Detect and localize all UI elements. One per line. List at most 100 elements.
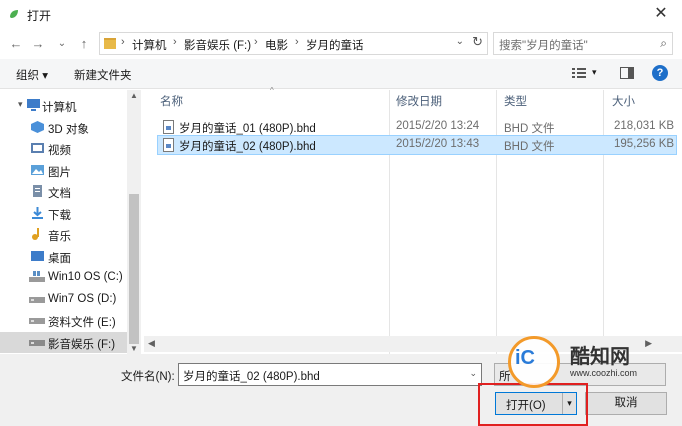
breadcrumb-computer[interactable]: 计算机 bbox=[132, 37, 167, 53]
navigation-bar: ← → ⌄ ↑ › 计算机 › 影音娱乐 (F:) › 电影 › 岁月的童话 ⌄… bbox=[0, 29, 682, 59]
refresh-icon[interactable]: ↻ bbox=[472, 34, 483, 50]
file-size: 195,256 KB bbox=[614, 138, 675, 150]
search-box[interactable]: 搜索"岁月的童话" ⌕ bbox=[493, 32, 673, 55]
sidebar-item-videos[interactable]: 视频 bbox=[0, 138, 127, 159]
expand-icon[interactable]: ▾ bbox=[18, 99, 23, 110]
documents-icon bbox=[33, 185, 42, 197]
sidebar-item-drive-f[interactable]: 影音娱乐 (F:) bbox=[0, 332, 127, 353]
pictures-icon bbox=[31, 165, 44, 175]
column-header-size[interactable]: 大小 bbox=[612, 93, 635, 109]
help-icon[interactable]: ? bbox=[652, 65, 668, 81]
sidebar-item-label: 音乐 bbox=[48, 231, 71, 243]
watermark-logo-text: iC bbox=[515, 347, 535, 369]
breadcrumb-separator: › bbox=[254, 36, 258, 48]
sidebar-item-label: 资料文件 (E:) bbox=[48, 317, 116, 329]
sidebar-item-label: 视频 bbox=[48, 145, 71, 157]
downloads-icon bbox=[32, 207, 43, 219]
breadcrumb-separator: › bbox=[121, 36, 125, 48]
up-arrow-icon[interactable]: ↑ bbox=[74, 34, 94, 54]
address-dropdown-icon[interactable]: ⌄ bbox=[456, 36, 464, 47]
breadcrumb-drive-f[interactable]: 影音娱乐 (F:) bbox=[184, 37, 251, 53]
sidebar-item-documents[interactable]: 文档 bbox=[0, 181, 127, 202]
window-title: 打开 bbox=[27, 9, 52, 23]
file-list: ^ 名称 修改日期 类型 大小 岁月的童话_01 (480P).bhd 2015… bbox=[144, 86, 682, 420]
sidebar-item-drive-c[interactable]: Win10 OS (C:) bbox=[0, 267, 127, 288]
scroll-up-icon[interactable]: ▲ bbox=[130, 91, 138, 100]
title-bar: 打开 ✕ bbox=[0, 0, 682, 29]
filename-dropdown-icon[interactable]: ⌄ bbox=[469, 368, 477, 379]
new-folder-button[interactable]: 新建文件夹 bbox=[74, 67, 132, 83]
sidebar-item-label: 影音娱乐 (F:) bbox=[48, 339, 116, 351]
sidebar-item-label: 计算机 bbox=[42, 102, 77, 114]
sidebar-item-downloads[interactable]: 下载 bbox=[0, 203, 127, 224]
sidebar-item-pictures[interactable]: 图片 bbox=[0, 160, 127, 181]
recent-locations-icon[interactable]: ⌄ bbox=[52, 34, 72, 54]
scrollbar-thumb[interactable] bbox=[129, 194, 139, 344]
sidebar-item-label: Win10 OS (C:) bbox=[48, 271, 123, 283]
preview-pane-icon[interactable] bbox=[620, 67, 634, 79]
column-header-modified[interactable]: 修改日期 bbox=[396, 93, 442, 109]
sidebar-item-desktop[interactable]: 桌面 bbox=[0, 246, 127, 267]
sort-ascending-icon: ^ bbox=[270, 86, 274, 95]
windows-drive-icon bbox=[29, 271, 45, 282]
organize-button[interactable]: 组织 ▾ bbox=[16, 67, 48, 83]
column-header-name[interactable]: 名称 bbox=[160, 93, 183, 109]
folder-icon bbox=[104, 38, 116, 49]
file-name: 岁月的童话_02 (480P).bhd bbox=[179, 141, 316, 153]
breadcrumb-separator: › bbox=[173, 36, 177, 48]
view-options-icon[interactable] bbox=[572, 67, 586, 79]
music-icon bbox=[32, 228, 39, 240]
filename-value: 岁月的童话_02 (480P).bhd bbox=[183, 371, 320, 383]
scroll-left-icon[interactable]: ◀ bbox=[148, 338, 155, 349]
sidebar-item-label: 图片 bbox=[48, 167, 71, 179]
sidebar-item-label: 3D 对象 bbox=[48, 124, 89, 136]
back-arrow-icon[interactable]: ← bbox=[6, 34, 26, 54]
breadcrumb-separator: › bbox=[295, 36, 299, 48]
sidebar-item-drive-d[interactable]: Win7 OS (D:) bbox=[0, 289, 127, 310]
filename-label: 文件名(N): bbox=[121, 371, 175, 383]
file-row-selected[interactable]: 岁月的童话_02 (480P).bhd 2015/2/20 13:43 BHD … bbox=[157, 135, 677, 155]
sidebar-item-music[interactable]: 音乐 bbox=[0, 224, 127, 245]
sidebar-scrollbar[interactable]: ▲ ▼ bbox=[127, 90, 141, 354]
file-type: BHD 文件 bbox=[504, 123, 555, 135]
breadcrumb-movies[interactable]: 电影 bbox=[265, 37, 288, 53]
sidebar-item-drive-e[interactable]: 资料文件 (E:) bbox=[0, 310, 127, 331]
search-placeholder: 搜索"岁月的童话" bbox=[499, 40, 588, 52]
3d-objects-icon bbox=[31, 121, 44, 133]
navigation-pane: ▾ 计算机 3D 对象 视频 图片 文档 下载 音乐 桌面 Win10 OS (… bbox=[0, 90, 142, 354]
search-icon[interactable]: ⌕ bbox=[660, 36, 667, 51]
toolbar: 组织 ▾ 新建文件夹 ▾ ? bbox=[0, 59, 682, 89]
sidebar-item-3d-objects[interactable]: 3D 对象 bbox=[0, 117, 127, 138]
file-icon bbox=[163, 138, 174, 152]
view-dropdown-icon[interactable]: ▾ bbox=[592, 67, 597, 78]
drive-icon bbox=[29, 297, 45, 303]
watermark-url: www.coozhi.com bbox=[570, 368, 638, 378]
sidebar-item-label: Win7 OS (D:) bbox=[48, 293, 117, 305]
watermark: iC 酷知网 www.coozhi.com bbox=[500, 332, 650, 396]
breadcrumb-current-folder[interactable]: 岁月的童话 bbox=[306, 37, 364, 53]
column-header-type[interactable]: 类型 bbox=[504, 93, 527, 109]
file-size: 218,031 KB bbox=[614, 120, 675, 132]
videos-icon bbox=[31, 143, 44, 153]
file-name: 岁月的童话_01 (480P).bhd bbox=[179, 123, 316, 135]
sidebar-item-label: 桌面 bbox=[48, 253, 71, 265]
close-icon[interactable]: ✕ bbox=[640, 0, 682, 29]
drive-icon bbox=[29, 318, 45, 324]
file-icon bbox=[163, 120, 174, 134]
computer-icon bbox=[27, 99, 40, 111]
sidebar-item-label: 下载 bbox=[48, 210, 71, 222]
filename-input[interactable]: 岁月的童话_02 (480P).bhd ⌄ bbox=[178, 363, 482, 386]
address-bar[interactable]: › 计算机 › 影音娱乐 (F:) › 电影 › 岁月的童话 ⌄ ↻ bbox=[99, 32, 488, 55]
file-type: BHD 文件 bbox=[504, 141, 555, 153]
watermark-title: 酷知网 bbox=[570, 346, 630, 368]
sidebar-item-computer[interactable]: ▾ 计算机 bbox=[0, 95, 127, 116]
app-icon bbox=[10, 10, 18, 18]
scroll-down-icon[interactable]: ▼ bbox=[130, 344, 138, 353]
file-row[interactable]: 岁月的童话_01 (480P).bhd 2015/2/20 13:24 BHD … bbox=[157, 117, 677, 137]
file-modified: 2015/2/20 13:24 bbox=[396, 120, 480, 132]
desktop-icon bbox=[31, 251, 44, 261]
file-modified: 2015/2/20 13:43 bbox=[396, 138, 480, 150]
forward-arrow-icon[interactable]: → bbox=[28, 34, 48, 54]
drive-icon bbox=[29, 340, 45, 346]
sidebar-item-label: 文档 bbox=[48, 188, 71, 200]
